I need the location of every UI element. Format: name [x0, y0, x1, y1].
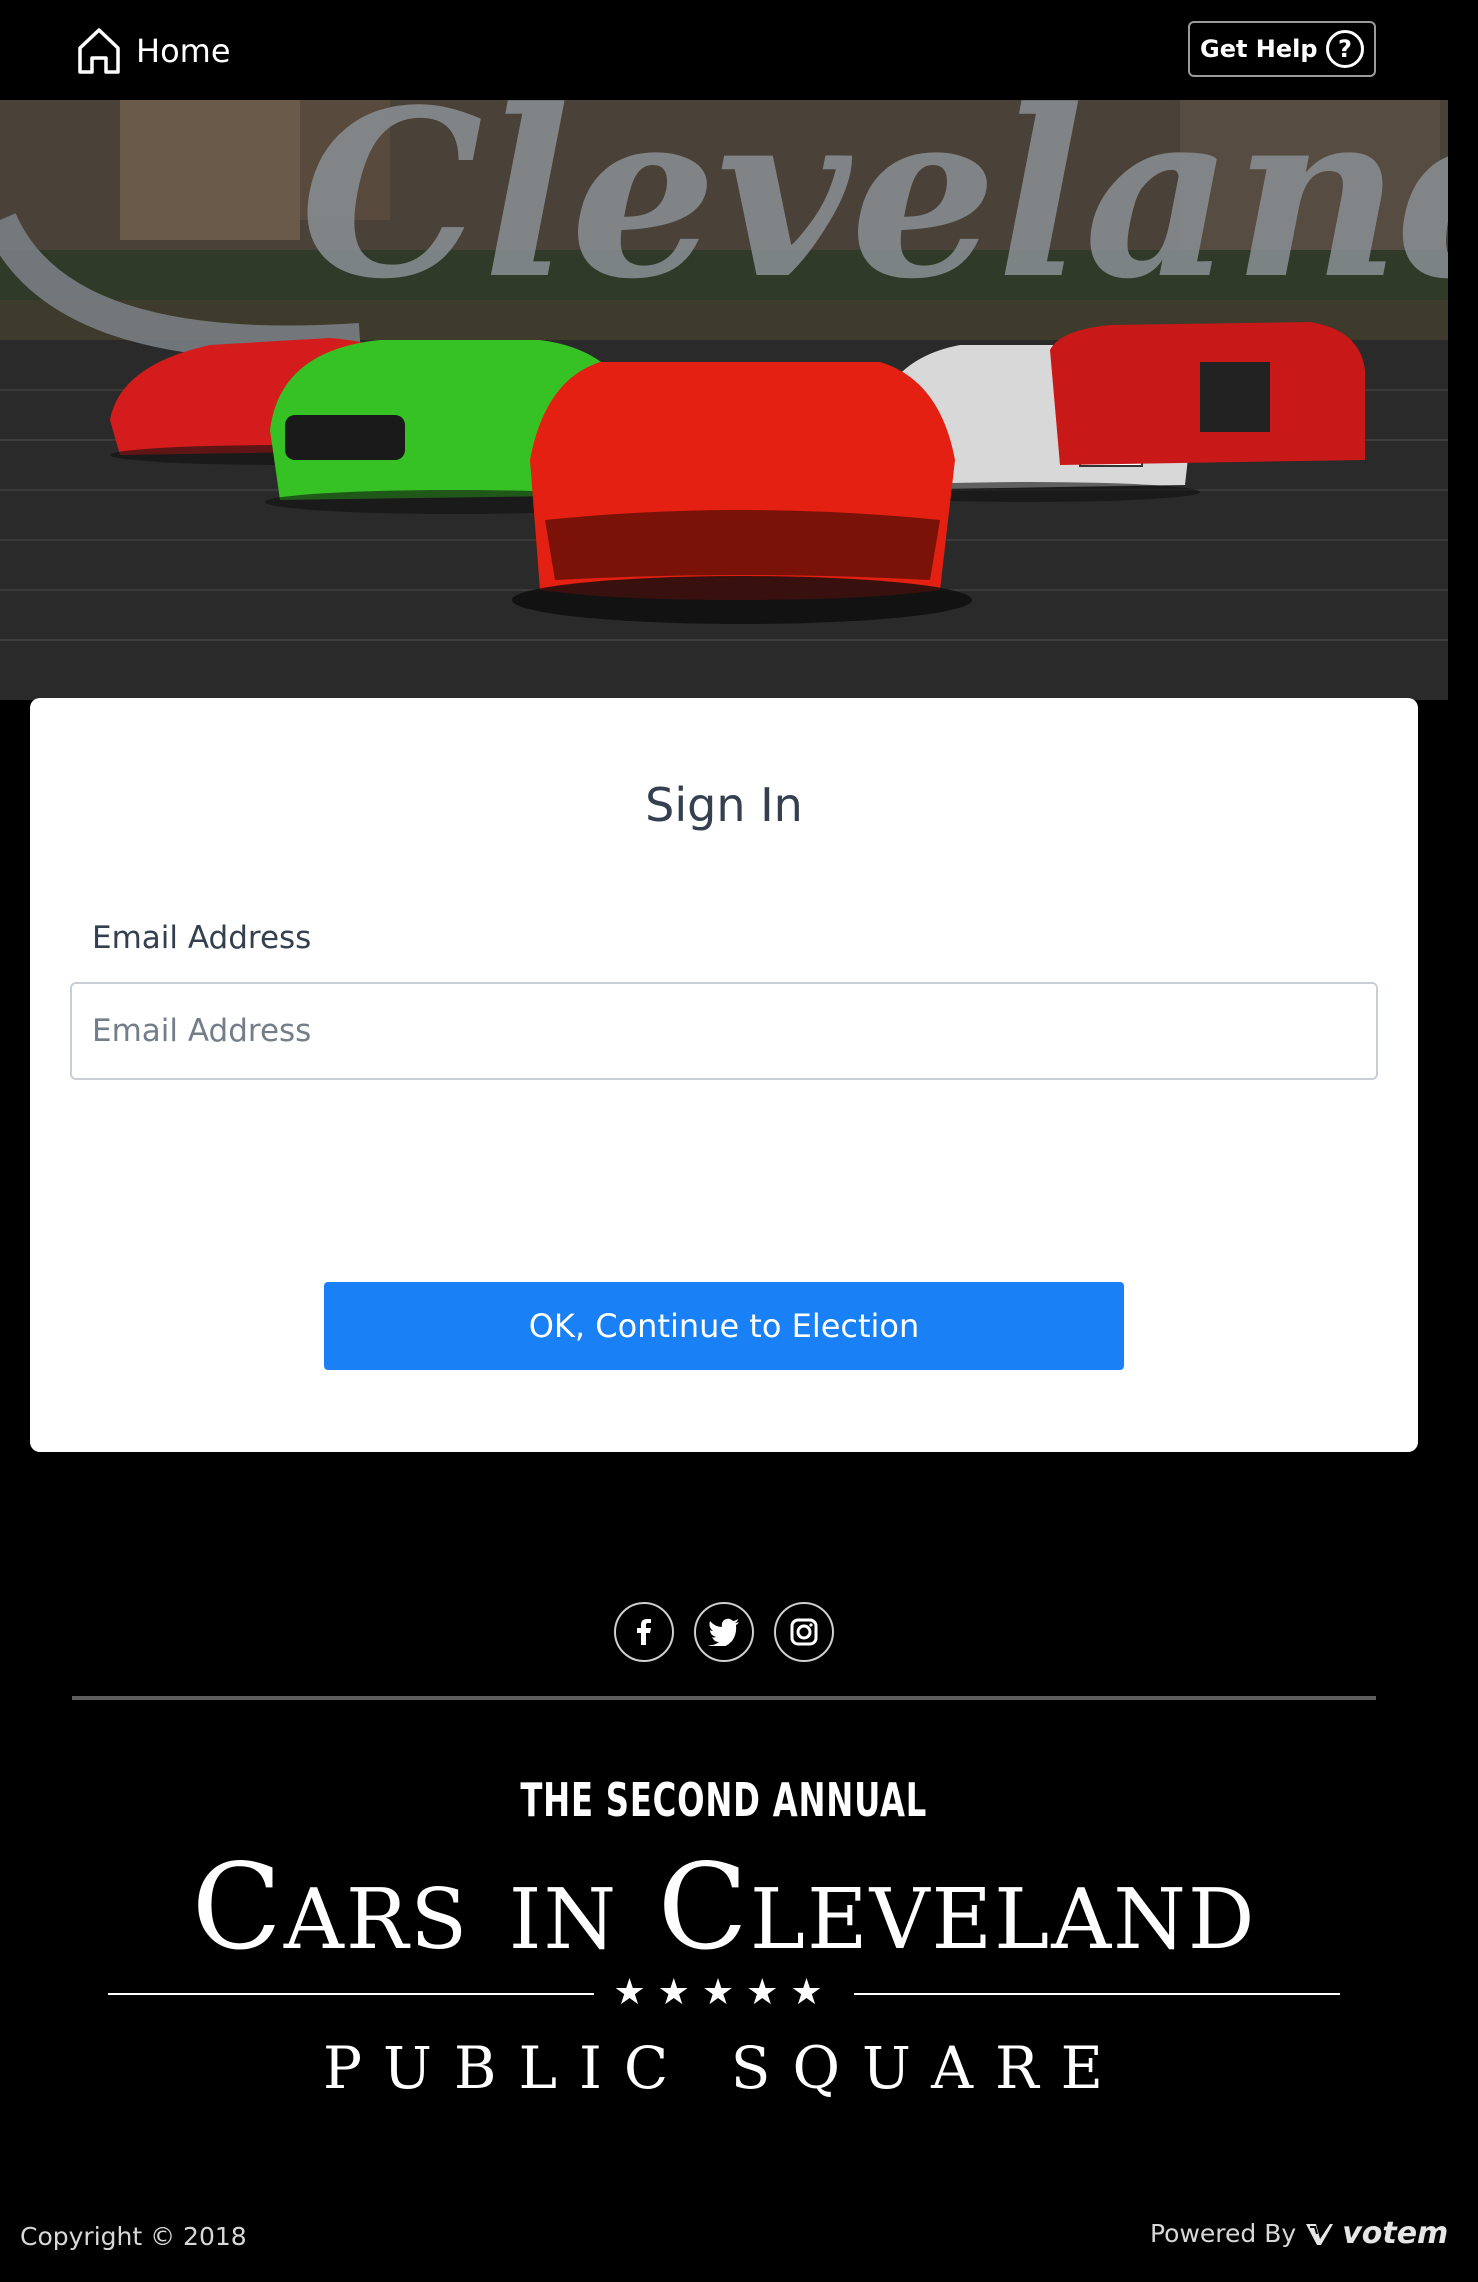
question-icon: ?	[1326, 30, 1364, 68]
cleveland-sign: Cleveland	[300, 100, 1448, 330]
hero-image: Cleveland	[0, 100, 1448, 700]
top-navbar: Home Get Help ?	[0, 0, 1478, 100]
sign-in-title: Sign In	[645, 778, 803, 832]
home-label: Home	[136, 32, 231, 70]
event-branding: THE SECOND ANNUAL Cars in Cleveland ★★★★…	[0, 1770, 1448, 2102]
sign-in-card: Sign In Email Address OK, Continue to El…	[30, 698, 1418, 1452]
event-subtitle: THE SECOND ANNUAL	[520, 1773, 928, 1827]
hero-banner: Cleveland	[0, 100, 1448, 700]
twitter-icon[interactable]	[694, 1602, 754, 1662]
home-link[interactable]: Home	[76, 26, 231, 76]
copyright-text: Copyright © 2018	[20, 2222, 247, 2251]
get-help-label: Get Help	[1200, 35, 1318, 63]
votem-logo: votem	[1342, 2216, 1449, 2251]
social-links	[614, 1602, 834, 1662]
votem-logo-icon	[1306, 2223, 1334, 2245]
email-input[interactable]	[70, 982, 1378, 1080]
powered-by[interactable]: Powered By votem	[1150, 2216, 1448, 2251]
home-icon	[78, 28, 120, 74]
facebook-icon[interactable]	[614, 1602, 674, 1662]
event-title: Cars in Cleveland	[191, 1838, 1257, 1976]
instagram-icon[interactable]	[774, 1602, 834, 1662]
rule-right	[854, 1993, 1340, 1995]
get-help-button[interactable]: Get Help ?	[1188, 21, 1376, 77]
email-label: Email Address	[92, 920, 312, 956]
powered-by-label: Powered By	[1150, 2219, 1297, 2248]
event-location: PUBLIC SQUARE	[322, 2034, 1126, 2102]
event-star-rule: ★★★★★	[108, 1972, 1340, 2014]
footer-divider	[72, 1696, 1376, 1700]
continue-to-election-button[interactable]: OK, Continue to Election	[324, 1282, 1124, 1370]
